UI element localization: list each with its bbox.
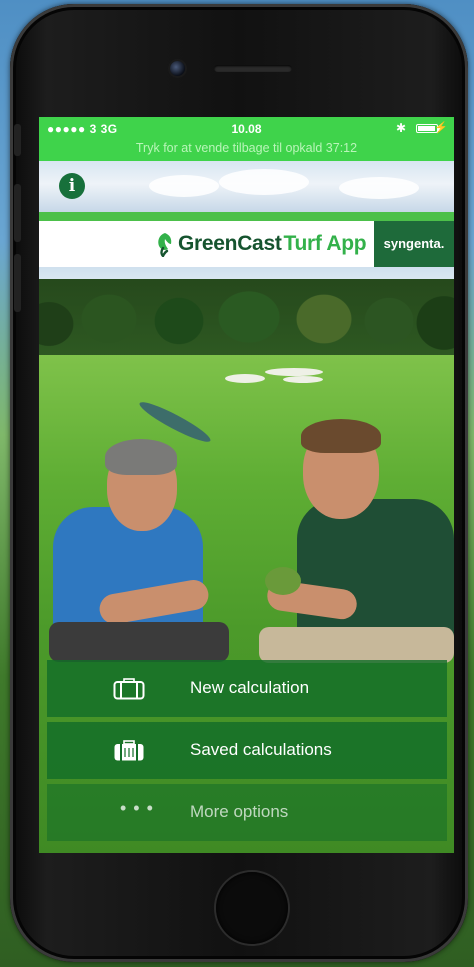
volume-down-button (14, 254, 21, 312)
more-options-button[interactable]: • • • More options (47, 784, 447, 841)
sand-bunker (265, 368, 323, 376)
return-to-call-banner[interactable]: Tryk for at vende tilbage til opkald 37:… (39, 141, 454, 155)
logo-bar: GreenCast Turf App syngenta. (39, 221, 454, 267)
brown-hair (301, 419, 381, 453)
grey-hair (105, 439, 177, 475)
home-button[interactable] (216, 872, 288, 944)
more-options-label: More options (190, 802, 289, 821)
header-divider (39, 212, 454, 221)
status-time: 10.08 (231, 122, 262, 136)
mute-switch (14, 124, 21, 156)
brand-product: Turf App (283, 232, 367, 255)
khaki-trousers (259, 627, 454, 663)
leaf-logo-icon (158, 233, 172, 257)
treeline (39, 279, 454, 361)
front-camera (170, 61, 185, 76)
more-dots-icon: • • • (120, 798, 154, 818)
sand-bunker (283, 376, 323, 383)
cloud (339, 177, 419, 199)
sand-bunker (225, 374, 265, 383)
turf-sample (265, 567, 301, 595)
syngenta-logo: syngenta. (374, 221, 454, 267)
info-icon[interactable]: i (59, 173, 85, 199)
header-sky-banner: i (39, 161, 454, 212)
new-calculation-button[interactable]: New calculation (47, 660, 447, 717)
volume-up-button (14, 184, 21, 242)
earpiece-speaker (214, 65, 292, 72)
brand-name: GreenCast (178, 232, 282, 255)
bluetooth-icon: ✱ (395, 121, 406, 135)
cloud (219, 169, 309, 195)
saved-calculations-button[interactable]: Saved calculations (47, 722, 447, 779)
greencast-logo: GreenCast Turf App (155, 230, 367, 258)
status-bar[interactable]: ●●●●● 3 3G 10.08 ✱ ⚡ Tryk for at vende t… (39, 117, 454, 161)
cloud (149, 175, 219, 197)
charging-icon: ⚡ (434, 122, 448, 134)
briefcase-outline-icon (113, 678, 145, 700)
new-calculation-label: New calculation (190, 678, 310, 697)
app-screen: ●●●●● 3 3G 10.08 ✱ ⚡ Tryk for at vende t… (39, 117, 454, 853)
dark-trousers (49, 622, 229, 662)
briefcase-filled-icon (114, 740, 144, 761)
saved-calculations-label: Saved calculations (190, 740, 332, 759)
